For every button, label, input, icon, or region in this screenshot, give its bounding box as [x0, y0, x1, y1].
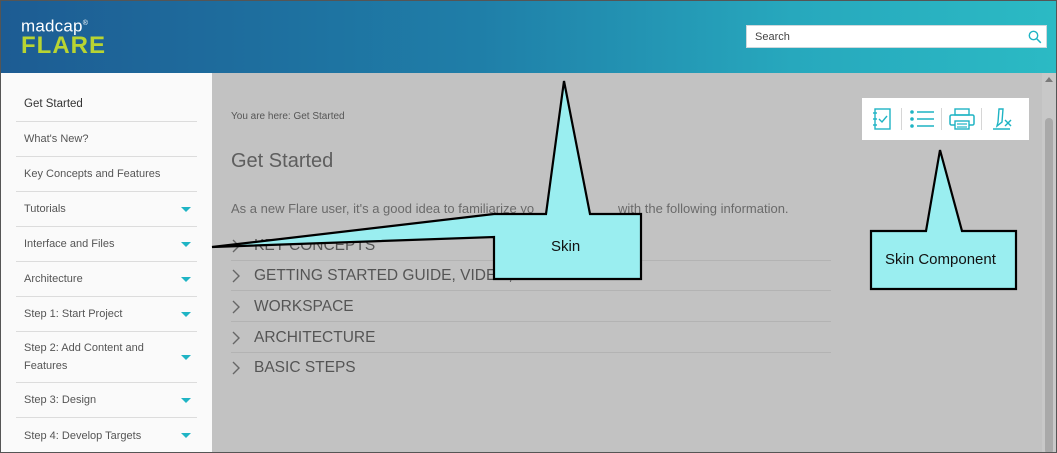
scroll-up-arrow-icon[interactable]: [1045, 77, 1053, 82]
section-workspace[interactable]: WORKSPACE: [231, 292, 831, 322]
app-window: madcap® FLARE Get Started What's New? Ke…: [0, 0, 1057, 453]
sidebar-item-get-started[interactable]: Get Started: [16, 87, 197, 122]
section-basic-steps[interactable]: BASIC STEPS: [231, 353, 831, 383]
sidebar-item-architecture[interactable]: Architecture: [16, 262, 197, 297]
search-box: [746, 25, 1047, 48]
sidebar-item-step1[interactable]: Step 1: Start Project: [16, 297, 197, 332]
section-architecture[interactable]: ARCHITECTURE: [231, 323, 831, 353]
intro-text-start: As a new Flare user, it's a good idea to…: [231, 201, 535, 216]
expand-caret-icon[interactable]: [181, 433, 191, 438]
header-bar: madcap® FLARE: [1, 1, 1056, 73]
section-label: KEY CONCEPTS: [254, 236, 376, 254]
sidebar-item-step4[interactable]: Step 4: Develop Targets: [16, 418, 197, 452]
toc-icon[interactable]: [862, 98, 901, 140]
sidebar-item-label: Step 1: Start Project: [24, 308, 123, 320]
section-label: BASIC STEPS: [254, 359, 356, 376]
section-key-concepts[interactable]: KEY CONCEPTS: [231, 231, 831, 261]
intro-text-end: with the following information.: [618, 201, 789, 216]
sidebar-item-label: Architecture: [24, 273, 83, 285]
sidebar-item-interface-files[interactable]: Interface and Files: [16, 227, 197, 262]
sidebar-item-label: Get Started: [24, 98, 83, 110]
chevron-right-icon: [231, 269, 253, 283]
madcap-flare-logo[interactable]: madcap® FLARE: [21, 15, 106, 59]
intro-text: As a new Flare user, it's a good idea to…: [231, 201, 789, 216]
sidebar-item-label: What's New?: [24, 133, 89, 145]
vertical-scrollbar[interactable]: [1042, 73, 1056, 452]
chevron-right-icon: [231, 239, 253, 253]
topic-toolbar: [862, 98, 1029, 140]
expand-caret-icon[interactable]: [181, 206, 191, 212]
section-label: WORKSPACE: [254, 297, 354, 315]
sidebar-item-label: Step 4: Develop Targets: [24, 429, 142, 442]
sidebar-item-tutorials[interactable]: Tutorials: [16, 192, 197, 227]
expand-caret-icon[interactable]: [181, 241, 191, 247]
sidebar-item-key-concepts[interactable]: Key Concepts and Features: [16, 157, 197, 192]
expand-caret-icon[interactable]: [181, 311, 191, 317]
section-label: ARCHITECTURE: [254, 328, 376, 346]
search-input[interactable]: [747, 26, 1024, 47]
logo-main-text: FLARE: [21, 31, 106, 59]
expand-caret-icon[interactable]: [181, 276, 191, 282]
sidebar-item-label: Step 3: Design: [24, 394, 97, 406]
sidebar-item-label: Tutorials: [24, 203, 66, 215]
sidebar-item-step3[interactable]: Step 3: Design: [16, 383, 197, 418]
section-label: GETTING STARTED GUIDE, VIDEO, AND TUTORI…: [254, 266, 630, 284]
scroll-thumb[interactable]: [1045, 118, 1053, 452]
print-icon[interactable]: [942, 98, 981, 140]
sidebar-item-whats-new[interactable]: What's New?: [16, 122, 197, 157]
chevron-right-icon: [231, 300, 253, 314]
remove-highlight-icon[interactable]: [982, 98, 1021, 140]
page-title: Get Started: [231, 150, 334, 172]
search-icon[interactable]: [1024, 26, 1046, 47]
expand-caret-icon[interactable]: [181, 354, 191, 360]
sidebar-nav: Get Started What's New? Key Concepts and…: [1, 73, 212, 452]
sidebar-item-step2[interactable]: Step 2: Add Content and Features: [16, 332, 197, 383]
section-getting-started-guide[interactable]: GETTING STARTED GUIDE, VIDEO, AND TUTORI…: [231, 261, 831, 291]
breadcrumb: You are here: Get Started: [231, 111, 345, 122]
chevron-right-icon: [231, 361, 253, 375]
sidebar-item-label: Key Concepts and Features: [24, 168, 161, 180]
expand-caret-icon[interactable]: [181, 397, 191, 403]
sidebar-item-label: Step 2: Add Content and Features: [24, 342, 144, 372]
sidebar-item-label: Interface and Files: [24, 238, 115, 250]
chevron-right-icon: [231, 331, 253, 345]
list-icon[interactable]: [902, 98, 941, 140]
